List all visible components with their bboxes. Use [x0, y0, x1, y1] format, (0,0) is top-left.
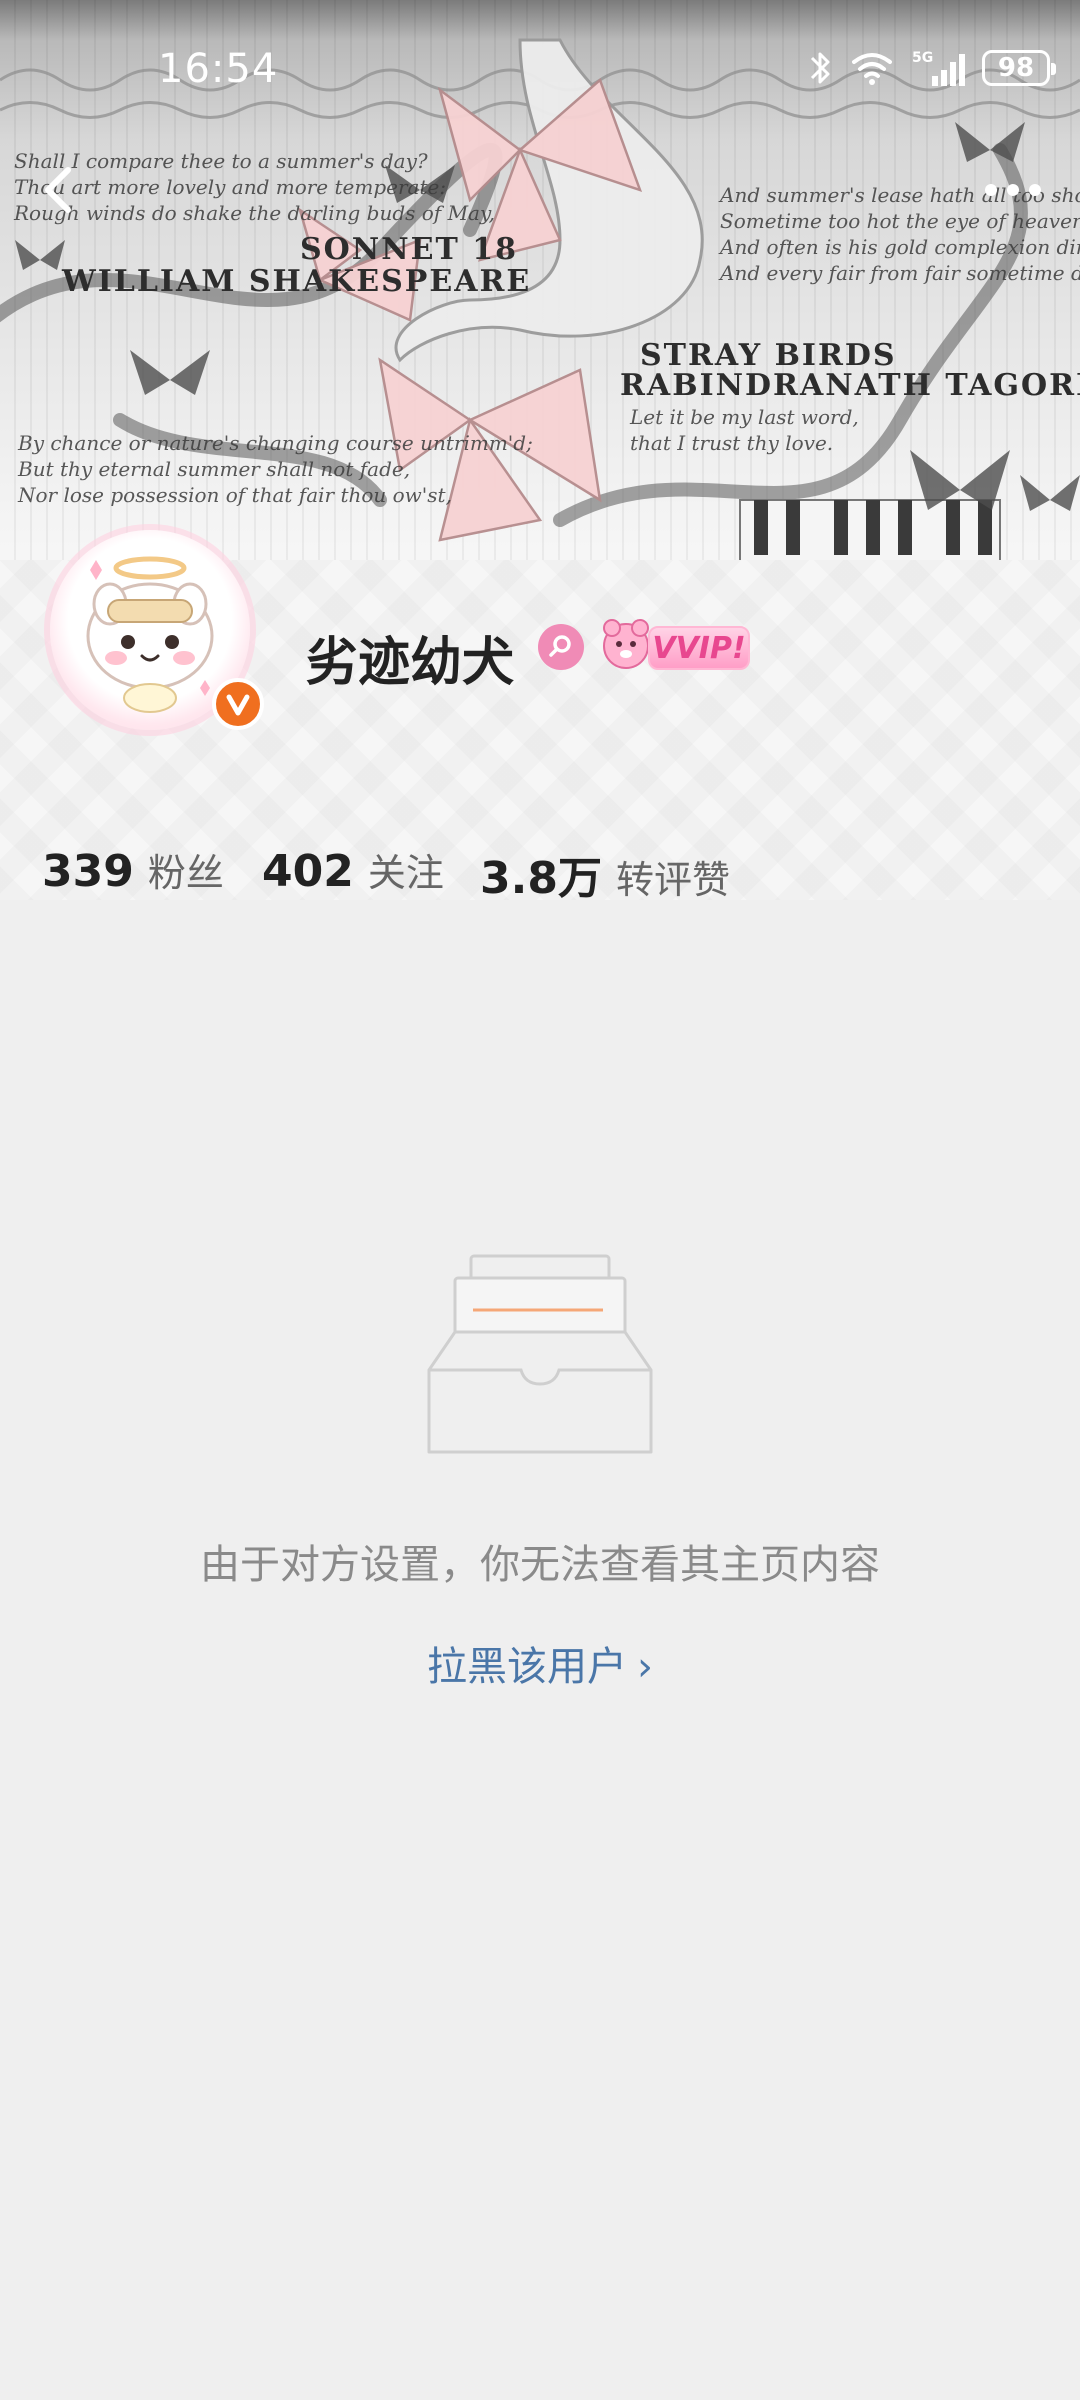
privacy-message: 由于对方设置，你无法查看其主页内容	[200, 1542, 880, 1588]
empty-inbox-icon	[427, 1254, 653, 1454]
stat-followers-label: 粉丝	[147, 851, 224, 895]
verified-badge-icon	[212, 678, 264, 730]
gender-symbol-icon	[549, 635, 571, 657]
wifi-icon	[852, 53, 892, 85]
status-time: 16:54	[158, 46, 279, 92]
vip-label: VVIP!	[648, 626, 750, 670]
banner-title-left-1: SONNET 18	[300, 232, 519, 267]
back-arrow-icon	[45, 167, 71, 213]
banner-poem-mid: Let it be my last word, that I trust thy…	[630, 405, 859, 455]
network-label: 5G	[912, 50, 933, 66]
vip-mascot-icon	[603, 619, 649, 669]
signal-icon: 5G	[912, 50, 965, 86]
stat-likes-value: 3.8万	[480, 853, 602, 904]
status-icons: 5G 98	[808, 48, 1056, 88]
avatar[interactable]	[40, 520, 270, 740]
stat-followers[interactable]: 339 粉丝	[42, 842, 224, 897]
stat-followers-value: 339	[42, 846, 134, 897]
battery-icon: 98	[982, 50, 1056, 86]
block-user-label: 拉黑该用户	[427, 1644, 627, 1690]
stat-following-value: 402	[262, 846, 354, 897]
vvip-badge[interactable]: VVIP!	[596, 616, 756, 676]
battery-level: 98	[997, 53, 1035, 83]
status-bar: 16:54 5G 98	[0, 0, 1080, 92]
banner-poem-left-lower: By chance or nature's changing course un…	[18, 431, 533, 507]
banner-title-right-2: RABINDRANATH TAGORE	[620, 368, 1080, 403]
block-user-link[interactable]: 拉黑该用户 ›	[0, 1634, 1080, 1692]
stat-following[interactable]: 402 关注	[262, 842, 444, 897]
stat-likes-label: 转评赞	[615, 858, 730, 902]
banner-title-left-2: WILLIAM SHAKESPEARE	[62, 264, 532, 299]
female-gender-icon	[538, 624, 584, 670]
more-options-button[interactable]	[978, 160, 1048, 220]
profile-stats: 339 粉丝 402 关注 3.8万 转评赞	[0, 800, 1080, 904]
bluetooth-icon	[810, 52, 830, 84]
more-icon	[985, 184, 1041, 196]
back-button[interactable]	[30, 160, 90, 220]
username: 劣迹幼犬	[306, 633, 515, 693]
chevron-right-icon: ›	[637, 1644, 653, 1690]
stat-likes[interactable]: 3.8万 转评赞	[480, 842, 730, 906]
stat-following-label: 关注	[367, 851, 444, 895]
v-mark-icon	[226, 694, 250, 716]
